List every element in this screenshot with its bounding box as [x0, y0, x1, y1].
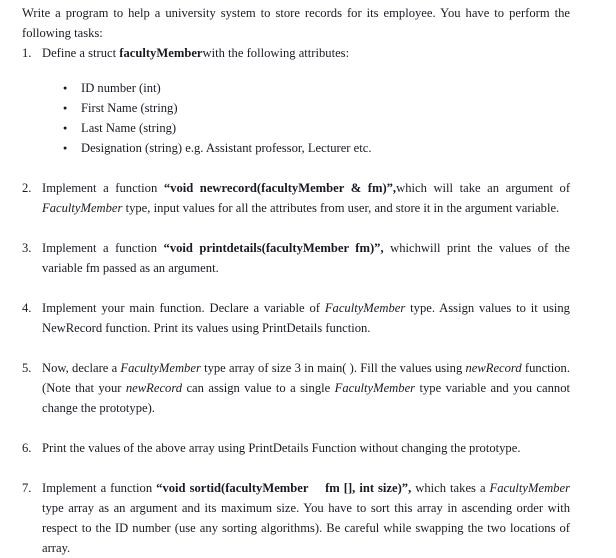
task-text-run: Define a struct	[42, 46, 120, 60]
task-text-run: Implement a function	[42, 241, 164, 255]
task-text-run: Print the values of the above array usin…	[42, 441, 521, 455]
task-number: 3.	[22, 241, 32, 255]
task-text: Print the values of the above array usin…	[42, 438, 570, 458]
intro-paragraph: Write a program to help a university sys…	[22, 6, 570, 40]
attribute-label: First Name (string)	[81, 101, 178, 115]
task-text-run: type array of size 3 in main( ). Fill th…	[200, 361, 466, 375]
task-text: Now, declare a FacultyMember type array …	[42, 358, 570, 418]
task-text-italic: newRecord	[465, 361, 522, 375]
task-text-italic: newRecord	[125, 381, 183, 395]
task-item: 3. Implement a function “void printdetail…	[22, 238, 570, 278]
task-item: 4. Implement your main function. Declare …	[22, 298, 570, 338]
attribute-label: ID number (int)	[81, 81, 161, 95]
task-item: 5. Now, declare a FacultyMember type arra…	[22, 358, 570, 418]
attribute-label: Last Name (string)	[81, 121, 177, 135]
task-item: 2. Implement a function “void newrecord(f…	[22, 178, 570, 218]
task-item: 6. Print the values of the above array us…	[22, 438, 570, 458]
task-text-run: can assign value to a single	[182, 381, 335, 395]
bullet-icon: ●	[63, 84, 68, 92]
task-number: 2.	[22, 181, 32, 195]
attribute-item: ● ID number (int)	[42, 78, 570, 98]
task-number: 1.	[22, 46, 32, 60]
task-text-run: type array as an argument and its maximu…	[42, 501, 570, 555]
task-text-run: with the following attributes:	[202, 46, 350, 60]
attribute-list-wrapper: ● ID number (int) ● First Name (string) ● Las…	[42, 78, 570, 158]
task-list: 1. Define a struct facultyMemberwith the …	[22, 43, 570, 558]
task-text-bold: facultyMember	[119, 46, 203, 60]
task-text-bold: “void printdetails(facultyMember fm)”,	[163, 241, 384, 255]
task-text: Implement a function “void printdetails(…	[42, 238, 570, 278]
task-text-italic: FacultyMember	[334, 381, 416, 395]
task-number: 5.	[22, 361, 32, 375]
bullet-icon: ●	[63, 124, 68, 132]
task-number: 7.	[22, 481, 32, 495]
task-text-run: Implement a function	[42, 181, 164, 195]
task-text-run: type, input values for all the attribute…	[122, 201, 560, 215]
attribute-item: ● Designation (string) e.g. Assistant pro…	[42, 138, 570, 158]
task-item: 1. Define a struct facultyMemberwith the …	[22, 43, 570, 158]
task-text-italic: FacultyMember	[120, 361, 201, 375]
task-text: Implement your main function. Declare a …	[42, 298, 570, 338]
task-item: 7. Implement a function “void sortid(facu…	[22, 478, 570, 558]
task-text: Implement a function “void newrecord(fac…	[42, 178, 570, 218]
task-number: 6.	[22, 441, 32, 455]
task-number: 4.	[22, 301, 32, 315]
attribute-list: ● ID number (int) ● First Name (string) ● Las…	[42, 78, 570, 158]
task-text-run: which will take an argument of	[396, 181, 571, 195]
task-text-italic: FacultyMember	[324, 301, 406, 315]
attribute-item: ● Last Name (string)	[42, 118, 570, 138]
task-text-bold: “void sortid(facultyMember fm [], int si…	[156, 481, 412, 495]
document-page: Write a program to help a university sys…	[0, 0, 616, 555]
task-text: Define a struct facultyMemberwith the fo…	[42, 43, 570, 63]
task-text-run: which takes a	[411, 481, 490, 495]
task-text-run: Implement a function	[42, 481, 157, 495]
task-text-run: Implement your main function. Declare a …	[42, 301, 325, 315]
attribute-label: Designation (string) e.g. Assistant prof…	[81, 141, 372, 155]
task-text: Implement a function “void sortid(facult…	[42, 478, 570, 558]
task-text-italic: FacultyMember	[42, 201, 123, 215]
bullet-icon: ●	[63, 104, 68, 112]
task-text-run: Now, declare a	[42, 361, 121, 375]
task-text-bold: “void newrecord(facultyMember & fm)”,	[163, 181, 397, 195]
task-text-italic: FacultyMember	[489, 481, 570, 495]
bullet-icon: ●	[63, 144, 68, 152]
document-body: Write a program to help a university sys…	[22, 3, 570, 558]
attribute-item: ● First Name (string)	[42, 98, 570, 118]
